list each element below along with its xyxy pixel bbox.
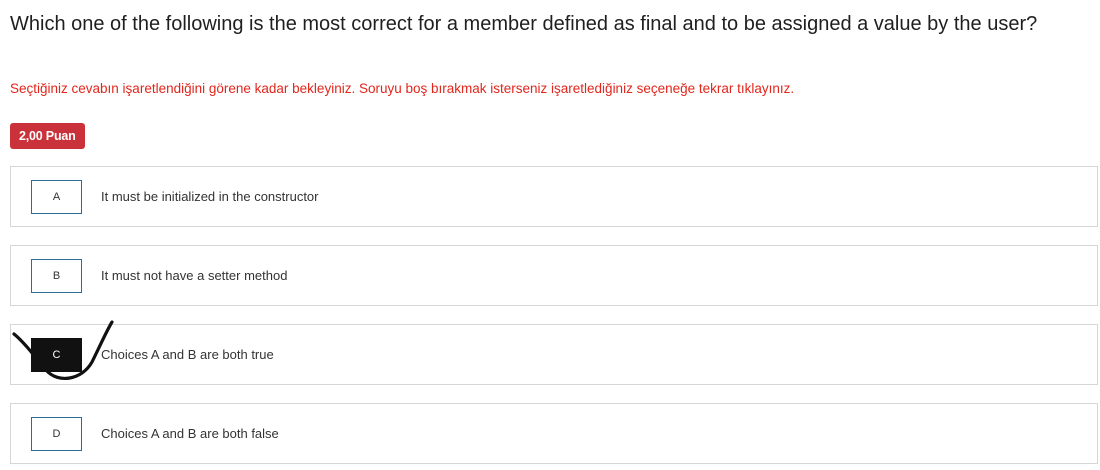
option-letter-c[interactable]: C bbox=[31, 338, 82, 372]
instruction-text: Seçtiğiniz cevabın işaretlendiğini gören… bbox=[10, 81, 795, 96]
option-b[interactable]: B It must not have a setter method bbox=[10, 245, 1098, 306]
option-letter-b[interactable]: B bbox=[31, 259, 82, 293]
question-text: Which one of the following is the most c… bbox=[10, 13, 1038, 35]
option-letter-d[interactable]: D bbox=[31, 417, 82, 451]
option-text-a: It must be initialized in the constructo… bbox=[101, 189, 319, 204]
option-d[interactable]: D Choices A and B are both false bbox=[10, 403, 1098, 464]
option-letter-a[interactable]: A bbox=[31, 180, 82, 214]
option-text-d: Choices A and B are both false bbox=[101, 426, 279, 441]
option-a[interactable]: A It must be initialized in the construc… bbox=[10, 166, 1098, 227]
points-badge: 2,00 Puan bbox=[10, 123, 85, 149]
option-text-b: It must not have a setter method bbox=[101, 268, 288, 283]
option-c[interactable]: C Choices A and B are both true bbox=[10, 324, 1098, 385]
option-text-c: Choices A and B are both true bbox=[101, 347, 274, 362]
